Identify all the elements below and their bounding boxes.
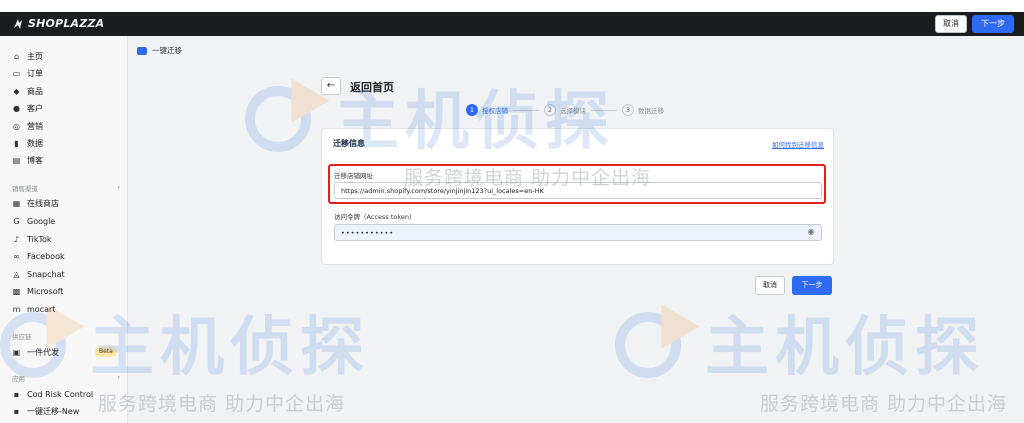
breadcrumb: 一键迁移	[137, 45, 182, 56]
sidebar-item-label: 订单	[27, 68, 43, 78]
step-indicator: 1 授权店铺 2 选择模块 3 数据迁移	[466, 104, 664, 116]
apps-section[interactable]: 应用 ›	[12, 373, 120, 383]
microsoft-icon: ▩	[12, 286, 21, 296]
cancel-button[interactable]: 取消	[755, 276, 785, 295]
sidebar-item-mocart[interactable]: m mocart	[12, 302, 56, 316]
access-token-input[interactable]	[334, 224, 822, 241]
page-title: 返回首页	[350, 81, 394, 94]
step-label: 授权店铺	[482, 107, 508, 115]
mocart-icon: m	[12, 304, 21, 314]
step-number: 2	[544, 104, 556, 116]
bar-chart-icon: ▮	[14, 138, 19, 148]
sales-channels-section[interactable]: 销售渠道 ›	[12, 183, 120, 193]
migration-info-card: 迁移信息 如何找到迁移信息 迁移店铺网址 访问令牌（Access token） …	[321, 128, 834, 265]
brand-name: SHOPLAZZA	[28, 17, 105, 30]
sidebar-item-analytics[interactable]: ▮ 数据	[12, 136, 43, 150]
sidebar-item-migration-new[interactable]: ▪ 一键迁移-New	[12, 404, 80, 418]
step-2: 2 选择模块	[544, 104, 586, 116]
target-icon: ◎	[13, 121, 20, 131]
home-icon: ⌂	[13, 51, 20, 61]
store-icon: ▦	[12, 198, 21, 208]
help-link[interactable]: 如何找到迁移信息	[772, 139, 824, 149]
google-icon: G	[13, 216, 20, 226]
store-url-label: 迁移店铺网址	[334, 172, 373, 180]
supply-chain-section: 供应链	[12, 331, 120, 341]
sidebar-item-snapchat[interactable]: ◬ Snapchat	[12, 267, 65, 281]
sidebar-item-microsoft[interactable]: ▩ Microsoft	[12, 284, 64, 298]
step-3: 3 数据迁移	[622, 104, 664, 116]
dropship-icon: ▣	[12, 347, 21, 357]
sidebar-item-customers[interactable]: ● 客户	[12, 101, 43, 115]
sidebar-item-label: 一件代发	[27, 347, 59, 357]
blog-icon: ▤	[12, 155, 21, 165]
sidebar-item-label: Google	[27, 216, 56, 226]
sidebar-item-label: Microsoft	[27, 286, 64, 296]
sidebar-item-label: 在线商店	[27, 198, 59, 208]
sidebar-item-label: Facebook	[27, 251, 65, 261]
sidebar-item-dropship[interactable]: ▣ 一件代发	[12, 345, 59, 359]
step-label: 数据迁移	[638, 107, 664, 115]
chevron-right-icon: ›	[117, 373, 120, 381]
beta-badge: Beta	[95, 347, 117, 357]
app-icon: ▪	[13, 406, 20, 416]
section-title: 应用	[12, 375, 25, 383]
card-title: 迁移信息	[333, 139, 365, 148]
token-label: 访问令牌（Access token）	[334, 213, 416, 221]
sidebar-item-label: Cod Risk Control	[27, 389, 94, 399]
sidebar-item-label: mocart	[27, 304, 56, 314]
step-number: 3	[622, 104, 634, 116]
sidebar-item-label: TikTok	[27, 234, 52, 244]
top-next-button[interactable]: 下一步	[972, 15, 1014, 33]
sidebar-item-products[interactable]: ◆ 商品	[12, 84, 43, 98]
top-bar: SHOPLAZZA 取消 下一步	[0, 12, 1024, 36]
eye-icon[interactable]: ◉	[806, 227, 816, 237]
step-divider	[591, 109, 617, 111]
sidebar-item-label: 营销	[27, 121, 43, 131]
tag-icon: ◆	[13, 86, 20, 96]
sidebar-item-label: 一键迁移-New	[27, 406, 80, 416]
chevron-right-icon: ›	[117, 183, 120, 191]
app-icon: ▪	[13, 389, 20, 399]
section-title: 供应链	[12, 333, 32, 341]
snapchat-icon: ◬	[13, 269, 20, 279]
step-1: 1 授权店铺	[466, 104, 508, 116]
step-divider	[513, 109, 539, 111]
sidebar-item-label: 主页	[27, 51, 43, 61]
sidebar-item-orders[interactable]: ▭ 订单	[12, 66, 43, 80]
sidebar-item-label: 数据	[27, 138, 43, 148]
sidebar-item-cod-risk-control[interactable]: ▪ Cod Risk Control	[12, 387, 93, 401]
sidebar-item-facebook[interactable]: ∞ Facebook	[12, 249, 65, 263]
arrow-left-icon: ←	[326, 80, 336, 91]
next-button[interactable]: 下一步	[792, 276, 832, 295]
sidebar-item-label: 客户	[27, 103, 43, 113]
sidebar: ⌂ 主页 ▭ 订单 ◆ 商品 ● 客户 ◎ 营销 ▮ 数据 ▤ 博客 销售渠道 …	[0, 36, 128, 423]
back-button[interactable]: ←	[321, 77, 341, 95]
inbox-icon: ▭	[12, 68, 21, 78]
brand-logo[interactable]: SHOPLAZZA	[12, 17, 104, 30]
person-icon: ●	[13, 103, 20, 113]
sidebar-item-label: Snapchat	[27, 269, 65, 279]
app-icon	[137, 46, 147, 55]
step-label: 选择模块	[560, 107, 586, 115]
sidebar-item-google[interactable]: G Google	[12, 214, 55, 228]
top-cancel-button[interactable]: 取消	[935, 15, 967, 33]
sidebar-item-tiktok[interactable]: ♪ TikTok	[12, 232, 52, 246]
sidebar-item-label: 商品	[27, 86, 43, 96]
store-url-input[interactable]	[334, 182, 822, 199]
sidebar-item-blog[interactable]: ▤ 博客	[12, 153, 43, 167]
sidebar-item-home[interactable]: ⌂ 主页	[12, 49, 43, 63]
sidebar-item-online-store[interactable]: ▦ 在线商店	[12, 196, 59, 210]
step-number: 1	[466, 104, 478, 116]
shoplazza-logo-icon	[14, 18, 22, 29]
main-content: 一键迁移 ← 返回首页 1 授权店铺 2 选择模块 3 数据迁移 迁移信息 如何…	[128, 36, 1024, 423]
breadcrumb-label: 一键迁移	[152, 46, 182, 55]
section-title: 销售渠道	[12, 185, 38, 193]
facebook-icon: ∞	[13, 251, 20, 261]
tiktok-icon: ♪	[13, 234, 20, 244]
sidebar-item-marketing[interactable]: ◎ 营销	[12, 119, 43, 133]
sidebar-item-label: 博客	[27, 155, 43, 165]
